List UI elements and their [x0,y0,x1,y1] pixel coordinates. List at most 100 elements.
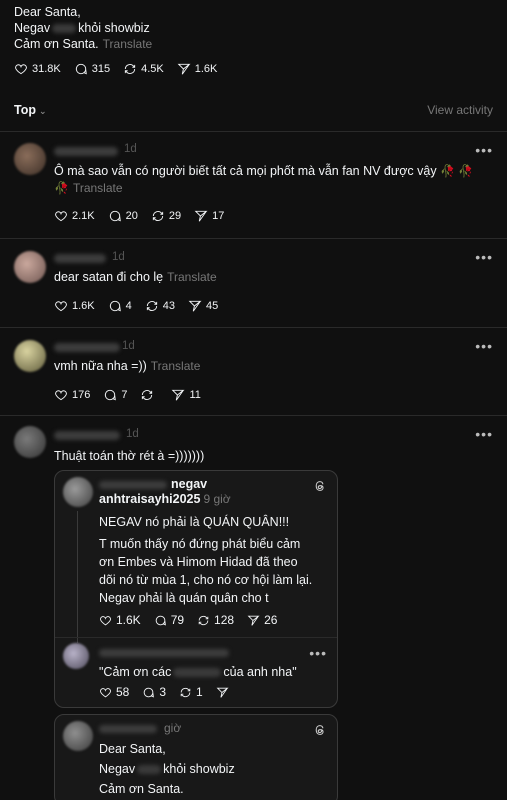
like-button[interactable]: 1.6K [54,299,95,313]
comment-text: Thuật toán thờ rét à =))))))) [54,449,205,463]
redacted-username[interactable] [99,725,157,733]
view-activity-link[interactable]: View activity [427,103,493,117]
comment-icon [144,687,155,698]
comment-icon [109,300,121,312]
divider [55,637,337,638]
quoted-post-card[interactable]: giờ Dear Santa, Negav khỏi showbiz Cảm ơn… [54,714,338,800]
comment-item: 1d ••• Ô mà sao vẫn có người biết tất cả… [0,132,507,239]
more-options-icon[interactable]: ••• [309,645,327,661]
rose-emoji: 🥀 🥀 [440,164,474,178]
redacted-word [173,668,222,678]
comment-count: 315 [91,63,111,75]
username[interactable] [54,343,120,352]
comment-icon [109,210,121,222]
repost-icon [124,64,136,74]
share-count: 11 [189,389,201,401]
comment-item: 1d ••• dear satan đi cho lẹ Translate 1.6… [0,239,507,328]
comment-text: vmh nữa nha =)) Translate [54,359,201,373]
rose-emoji: 🥀 [54,181,69,195]
sort-bar: Top ⌄ View activity [0,92,507,132]
reply-count: 20 [125,210,138,222]
comment-text: dear satan đi cho lẹ Translate [54,270,217,284]
avatar[interactable] [14,251,46,283]
avatar[interactable] [63,643,89,669]
more-options-icon[interactable]: ••• [475,426,493,442]
share-button[interactable]: 45 [188,299,218,313]
username[interactable] [54,254,106,263]
share-button[interactable]: 17 [194,209,224,223]
share-button[interactable]: 26 [247,613,277,627]
send-icon [194,210,208,222]
comment-time: 1d [126,428,139,440]
repost-button[interactable] [140,388,158,402]
repost-button[interactable]: 43 [145,299,175,313]
heart-icon [100,615,111,625]
comment-time: 1d [112,251,125,263]
heart-icon [55,211,67,222]
sort-label: Top [14,103,36,117]
threads-logo-icon [313,479,327,493]
threads-logo-icon [313,723,327,737]
repost-button[interactable]: 128 [197,613,234,627]
quoted-post-card[interactable]: negav anhtraisayhi2025 9 giờ NEGAV nó phả… [54,470,338,708]
share-button[interactable] [216,686,233,699]
like-button[interactable]: 176 [54,388,90,402]
comment-icon [75,63,87,75]
avatar[interactable] [63,477,93,507]
avatar[interactable] [63,721,93,751]
avatar[interactable] [14,340,46,372]
send-icon [247,615,260,626]
reply-button[interactable]: 20 [108,209,138,223]
username[interactable] [54,147,118,156]
send-icon [177,63,191,75]
share-button[interactable]: 1.6K [177,62,217,76]
like-count: 31.8K [32,63,61,75]
like-button[interactable]: 1.6K [99,613,141,627]
reply-button[interactable]: 7 [103,388,127,402]
like-button[interactable]: 58 [99,685,129,699]
quoted-time: giờ [164,721,182,735]
repost-button[interactable]: 29 [151,209,181,223]
quoted-author[interactable]: negav anhtraisayhi2025 9 giờ [99,477,231,507]
comment-time: 1d [124,143,137,155]
reply-button[interactable]: 79 [154,613,184,627]
translate-link[interactable]: Translate [151,359,201,373]
reply-button[interactable]: 4 [108,299,132,313]
share-count: 17 [212,210,225,222]
comment-icon [155,615,166,626]
translate-link[interactable]: Translate [73,181,123,195]
translate-link[interactable]: Translate [103,37,153,51]
quoted-stats: 1.6K 79 128 26 [99,613,290,627]
redacted-username[interactable] [99,649,229,657]
repost-button[interactable]: 4.5K [123,62,164,76]
thread-line [77,511,78,643]
more-options-icon[interactable]: ••• [475,338,493,354]
avatar[interactable] [14,143,46,175]
heart-icon [100,687,111,697]
translate-link[interactable]: Translate [167,270,217,284]
reply-count: 7 [121,389,128,401]
like-button[interactable]: 31.8K [14,62,61,76]
username[interactable] [54,431,120,440]
more-options-icon[interactable]: ••• [475,142,493,158]
reply-stats: 58 3 1 [99,685,246,699]
post-line-2: Negav khỏi showbiz [14,21,150,35]
comment-text: Ô mà sao vẫn có người biết tất cả mọi ph… [54,164,474,195]
quoted-text: Dear Santa, Negav khỏi showbiz Cảm ơn San… [99,742,235,796]
avatar[interactable] [14,426,46,458]
post-stats: 31.8K 315 4.5K 1.6K [14,62,230,76]
post-line-1: Dear Santa, [14,5,81,19]
like-button[interactable]: 2.1K [54,209,95,223]
repost-icon [152,211,164,221]
repost-button[interactable]: 1 [179,685,203,699]
post-line-3: Cảm ơn Santa. Translate [14,37,153,51]
reply-button[interactable]: 3 [142,685,166,699]
repost-icon [180,687,191,697]
like-count: 176 [72,389,91,401]
comment-button[interactable]: 315 [74,62,110,76]
repost-icon [198,615,209,625]
reply-text: "Cảm ơn các của anh nha" [99,665,297,679]
share-button[interactable]: 11 [171,388,201,402]
more-options-icon[interactable]: ••• [475,249,493,265]
sort-dropdown[interactable]: Top ⌄ [14,103,47,117]
